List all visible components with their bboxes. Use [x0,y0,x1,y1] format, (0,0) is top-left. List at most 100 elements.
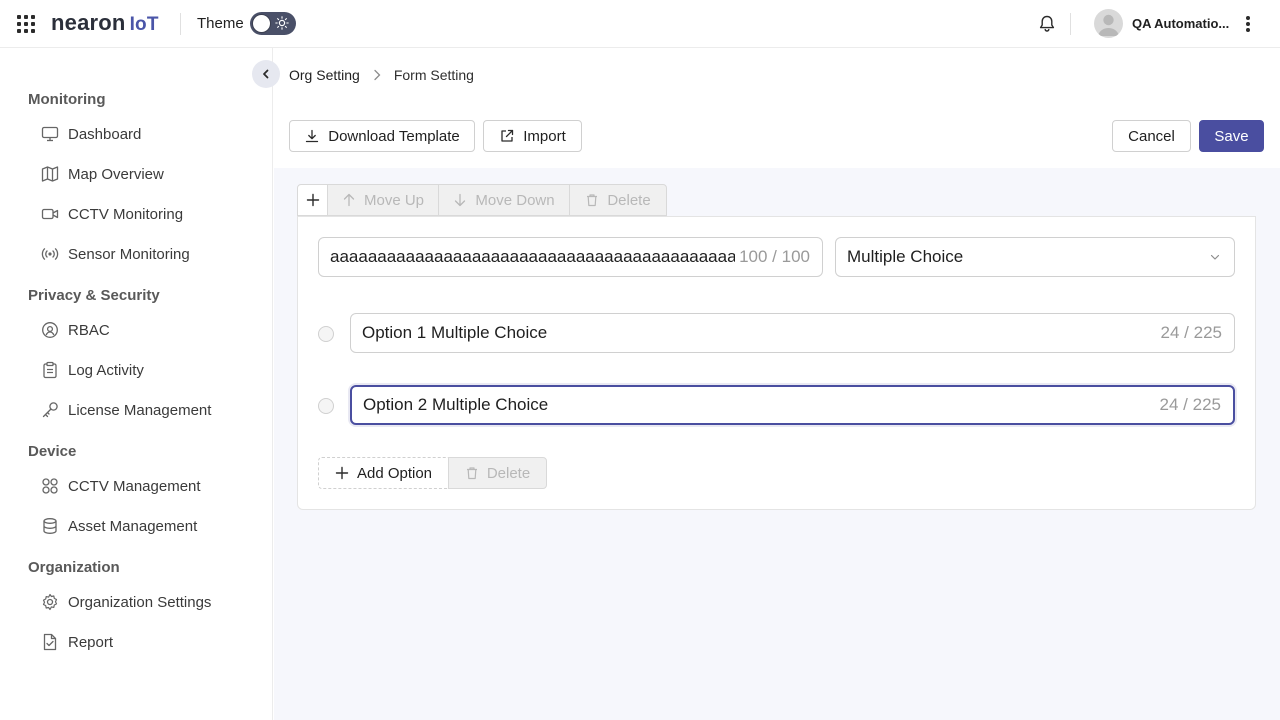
delete-question-button[interactable]: Delete [569,184,667,216]
plus-icon [306,193,319,207]
arrow-down-icon [453,193,467,207]
sidebar-item-label: Organization Settings [68,593,212,611]
key-icon [40,400,60,420]
add-option-button[interactable]: Add Option [318,457,449,489]
sidebar-item-label: Report [68,633,114,651]
option-1-radio[interactable] [318,326,334,342]
theme-toggle[interactable] [250,12,296,35]
header-divider [180,13,181,35]
logo-brand-text: nearon [51,10,126,35]
move-down-button[interactable]: Move Down [438,184,570,216]
trash-icon [585,193,599,207]
sidebar-item-map-overview[interactable]: Map Overview [28,158,258,190]
import-label: Import [523,127,566,145]
user-avatar[interactable] [1094,9,1123,38]
more-menu-icon[interactable] [1240,14,1256,34]
breadcrumb-org-setting[interactable]: Org Setting [289,67,360,83]
chevron-left-icon [263,69,269,79]
sidebar-item-label: Asset Management [68,517,198,535]
sun-icon [275,16,289,30]
user-name[interactable]: QA Automatio... [1132,16,1232,31]
option-2-value: Option 2 Multiple Choice [363,395,549,414]
download-template-button[interactable]: Download Template [289,120,475,152]
report-icon [40,632,60,652]
sidebar-item-organization-settings[interactable]: Organization Settings [28,586,258,618]
sidebar-item-label: Log Activity [68,361,144,379]
cancel-label: Cancel [1128,127,1175,145]
toggle-knob [252,14,271,33]
monitor-icon [40,124,60,144]
option-1-input[interactable]: Option 1 Multiple Choice 24 / 225 [350,313,1235,353]
sidebar-section-organization: Organization [28,559,120,576]
sidebar-item-dashboard[interactable]: Dashboard [28,118,258,150]
rbac-icon [40,320,60,340]
sidebar-section-device: Device [28,443,77,460]
breadcrumb: Org Setting Form Setting [289,67,474,83]
sidebar-item-cctv-management[interactable]: CCTV Management [28,470,258,502]
sensor-icon [40,244,60,264]
grid-icon [40,476,60,496]
sidebar-item-label: CCTV Management [68,477,201,495]
add-question-button[interactable] [297,184,328,216]
chevron-down-icon [1208,250,1222,264]
download-template-label: Download Template [328,127,460,145]
option-1-value: Option 1 Multiple Choice [362,323,548,342]
sidebar-item-label: Dashboard [68,125,142,143]
apps-grid-icon[interactable] [17,15,35,33]
sidebar-collapse-button[interactable] [252,60,280,88]
sidebar-item-cctv-monitoring[interactable]: CCTV Monitoring [28,198,258,230]
map-icon [40,164,60,184]
delete-option-label: Delete [486,464,531,482]
sidebar-item-label: License Management [68,401,212,419]
move-up-label: Move Up [363,191,425,209]
question-title-input[interactable]: aaaaaaaaaaaaaaaaaaaaaaaaaaaaaaaaaaaaaaaa… [318,237,823,277]
option-2-radio[interactable] [318,398,334,414]
question-toolbar: Move Up Move Down Delete [297,184,667,216]
import-button[interactable]: Import [483,120,582,152]
sidebar-item-rbac[interactable]: RBAC [28,314,258,346]
user-silhouette-icon [1098,14,1119,36]
save-button[interactable]: Save [1199,120,1264,152]
cancel-button[interactable]: Cancel [1112,120,1191,152]
breadcrumb-form-setting: Form Setting [393,67,474,83]
option-2-counter: 24 / 225 [1159,395,1221,414]
database-icon [40,516,60,536]
save-label: Save [1214,127,1249,145]
chevron-right-icon [372,69,382,81]
trash-icon [465,466,479,480]
delete-question-label: Delete [607,191,651,209]
sidebar-item-report[interactable]: Report [28,626,258,658]
gear-icon [40,592,60,612]
plus-icon [335,466,349,480]
question-title-counter: 100 / 100 [739,247,810,266]
top-header: nearon IoT Theme QA Automatio... [0,0,1280,48]
sidebar-section-privacy-security: Privacy & Security [28,287,160,304]
app-logo[interactable]: nearon IoT [51,10,159,38]
sidebar-item-log-activity[interactable]: Log Activity [28,354,258,386]
sidebar-item-asset-management[interactable]: Asset Management [28,510,258,542]
option-2-input[interactable]: Option 2 Multiple Choice 24 / 225 [350,385,1235,425]
delete-option-button[interactable]: Delete [448,457,547,489]
sidebar-item-sensor-monitoring[interactable]: Sensor Monitoring [28,238,258,270]
question-type-select[interactable]: Multiple Choice [835,237,1235,277]
move-up-button[interactable]: Move Up [327,184,439,216]
sidebar-item-label: CCTV Monitoring [68,205,184,223]
import-icon [499,128,515,144]
question-title-value: aaaaaaaaaaaaaaaaaaaaaaaaaaaaaaaaaaaaaaaa… [330,247,736,266]
theme-label: Theme [197,15,244,32]
sidebar-item-license-management[interactable]: License Management [28,394,258,426]
notification-bell-icon[interactable] [1037,14,1057,34]
header-divider [1070,13,1071,35]
logo-suffix-text: IoT [129,14,159,35]
sidebar-item-label: RBAC [68,321,110,339]
download-icon [304,128,320,144]
add-option-label: Add Option [356,464,433,482]
move-down-label: Move Down [475,191,555,209]
video-icon [40,204,60,224]
sidebar-item-label: Map Overview [68,165,164,183]
question-type-value: Multiple Choice [847,247,964,266]
arrow-up-icon [342,193,356,207]
option-1-counter: 24 / 225 [1160,323,1222,342]
sidebar-section-monitoring: Monitoring [28,91,106,108]
sidebar-item-label: Sensor Monitoring [68,245,190,263]
